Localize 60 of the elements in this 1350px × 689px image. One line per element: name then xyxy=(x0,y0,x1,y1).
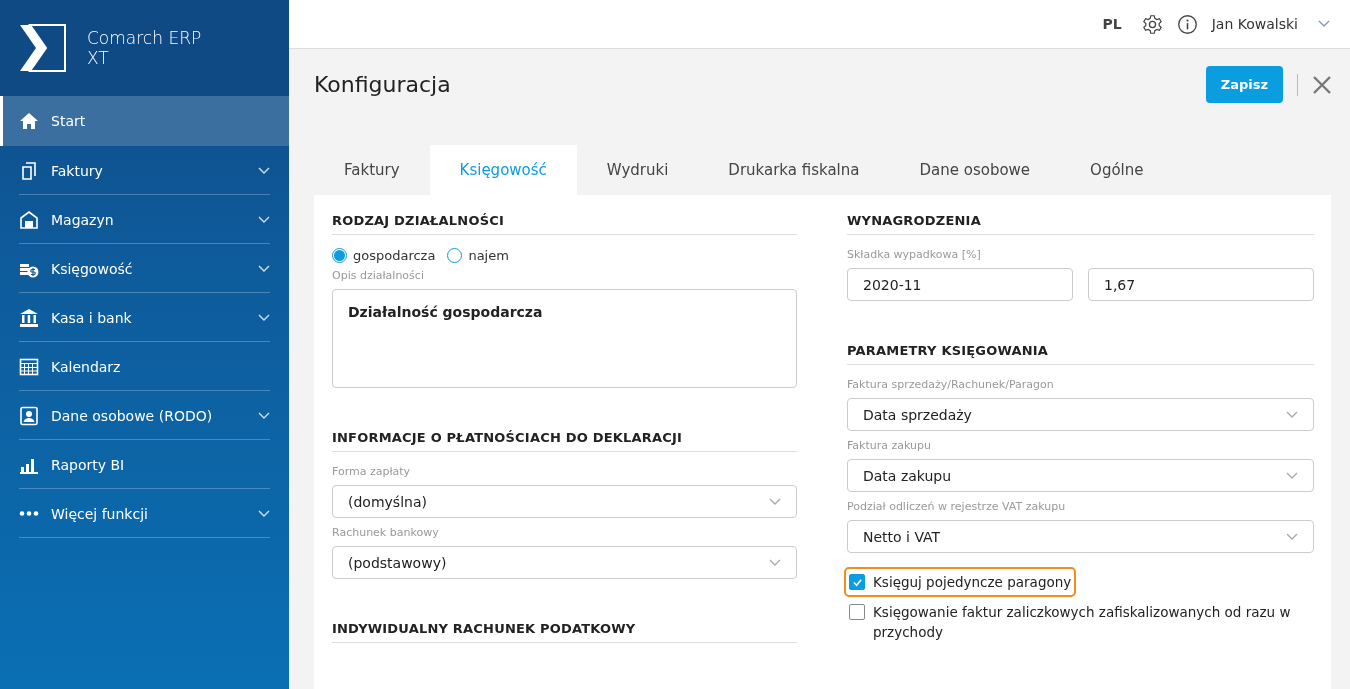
sidebar-item[interactable]: Księgowość xyxy=(0,244,270,293)
field-label: Składka wypadkowa [%] xyxy=(847,248,982,261)
tab[interactable]: Ogólne xyxy=(1060,144,1174,195)
warehouse-icon xyxy=(19,209,39,230)
radio-option[interactable]: gospodarcza xyxy=(332,248,436,263)
field-label: Faktura sprzedaży/Rachunek/Paragon xyxy=(847,378,1055,391)
section-heading: INDYWIDUALNY RACHUNEK PODATKOWY xyxy=(332,621,797,643)
chevron-down-icon xyxy=(1286,532,1298,541)
dropdown[interactable]: (podstawowy) xyxy=(332,546,797,579)
chevron-down-icon xyxy=(769,558,781,567)
sidebar-item[interactable]: Start xyxy=(0,96,289,146)
sidebar-item[interactable]: Faktury xyxy=(0,146,270,195)
chevron-down-icon xyxy=(1286,410,1298,419)
section-heading: WYNAGRODZENIA xyxy=(847,213,1314,235)
input-field[interactable]: 2020-11 xyxy=(847,268,1073,301)
section-heading: PARAMETRY KSIĘGOWANIA xyxy=(847,343,1314,365)
home-icon xyxy=(19,111,39,131)
app-name: Comarch ERP XT xyxy=(87,28,203,68)
field-label: Faktura zakupu xyxy=(847,439,932,452)
dropdown[interactable]: (domyślna) xyxy=(332,485,797,518)
documents-icon xyxy=(19,160,39,181)
radio-option[interactable]: najem xyxy=(447,248,509,263)
checkmark-icon xyxy=(851,576,863,588)
sidebar-item[interactable]: Więcej funkcji xyxy=(0,489,270,538)
calendar-icon xyxy=(19,356,39,377)
user-menu[interactable]: Jan Kowalski xyxy=(1211,16,1298,33)
sidebar-item[interactable]: Dane osobowe (RODO) xyxy=(0,391,270,440)
tab[interactable]: Drukarka fiskalna xyxy=(698,144,890,195)
sidebar-item[interactable]: Raporty BI xyxy=(0,440,270,489)
tab[interactable]: Faktury xyxy=(314,144,430,195)
chevron-down-icon xyxy=(1286,471,1298,480)
input-field[interactable]: 1,67 xyxy=(1088,268,1314,301)
field-label: Rachunek bankowy xyxy=(332,526,440,539)
dropdown[interactable]: Data zakupu xyxy=(847,459,1314,492)
checkbox[interactable]: Księgowanie faktur zaliczkowych zafiskalizowanych od razu w przychody xyxy=(844,597,1314,647)
tab[interactable]: Wydruki xyxy=(576,144,699,195)
language-code: PL xyxy=(1102,16,1122,33)
info-icon[interactable] xyxy=(1176,13,1198,35)
sidebar-item[interactable]: Magazyn xyxy=(0,195,270,244)
chevron-down-icon xyxy=(1318,20,1330,29)
dropdown[interactable]: Data sprzedaży xyxy=(847,398,1314,431)
description-field[interactable]: Działalność gospodarcza xyxy=(332,289,797,388)
tab[interactable]: Dane osobowe xyxy=(889,144,1061,195)
sidebar-item[interactable]: Kalendarz xyxy=(0,342,270,391)
field-label: Opis działalności xyxy=(332,269,425,282)
logo-icon xyxy=(19,24,67,72)
checkbox[interactable]: Księguj pojedyncze paragony xyxy=(844,567,1077,597)
chevron-down-icon xyxy=(769,497,781,506)
bank-icon xyxy=(19,307,39,328)
field-label: Podział odliczeń w rejestrze VAT zakupu xyxy=(847,500,1067,513)
page-title: Konfiguracja xyxy=(314,72,452,97)
settings-icon[interactable] xyxy=(1141,13,1163,35)
sidebar-item[interactable]: Kasa i bank xyxy=(0,293,270,342)
close-icon[interactable] xyxy=(1312,74,1332,95)
field-label: Forma zapłaty xyxy=(332,465,412,478)
section-heading: INFORMACJE O PŁATNOŚCIACH DO DEKLARACJI xyxy=(332,430,797,452)
section-heading: RODZAJ DZIAŁALNOŚCI xyxy=(332,213,797,235)
more-icon xyxy=(19,511,39,516)
dropdown[interactable]: Netto i VAT xyxy=(847,520,1314,553)
person-icon xyxy=(19,405,39,426)
